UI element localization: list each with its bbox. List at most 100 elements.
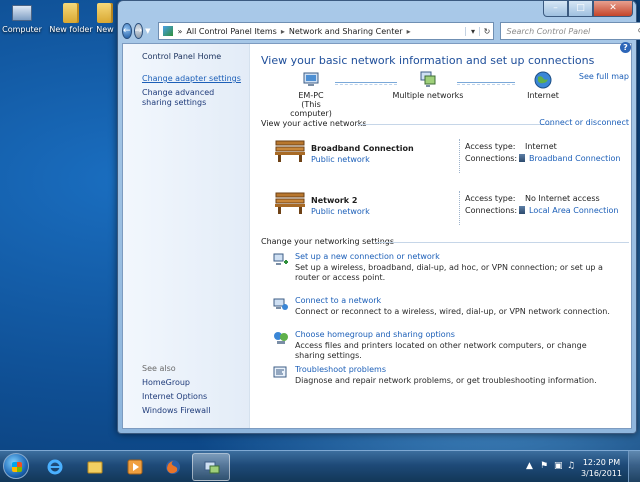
desktop-icon-new-folder[interactable]: New folder (49, 3, 93, 34)
network-entry: Network 2 Public network Access type: No… (275, 191, 629, 231)
taskbar: ▲ ⚑ ▣ ♫ 12:20 PM 3/16/2011 (0, 450, 640, 482)
taskbar-internet-explorer[interactable] (36, 453, 74, 481)
change-adapter-settings-link[interactable]: Change adapter settings (142, 74, 246, 84)
new-connection-icon (273, 253, 288, 265)
task-description: Set up a wireless, broadband, dial-up, a… (295, 263, 603, 282)
show-desktop-button[interactable] (628, 451, 640, 482)
minimize-icon: – (553, 3, 558, 13)
address-toolbar: ← → ▼ » All Control Panel Items ▸ Networ… (122, 21, 640, 41)
close-icon: ✕ (609, 3, 617, 13)
breadcrumb-all-items[interactable]: All Control Panel Items (186, 27, 276, 36)
breadcrumb-chevron-icon[interactable]: » (177, 27, 182, 36)
clock-date: 3/16/2011 (580, 469, 622, 478)
breadcrumb-separator-icon[interactable]: ▸ (281, 27, 285, 36)
setup-connection-link[interactable]: Set up a new connection or network (295, 252, 440, 261)
section-divider (375, 242, 629, 243)
connect-or-disconnect-link[interactable]: Connect or disconnect (539, 118, 629, 127)
taskbar-windows-explorer[interactable] (76, 453, 114, 481)
network-type-link[interactable]: Public network (311, 155, 370, 164)
address-dropdown-icon[interactable]: ▾ (465, 26, 479, 36)
access-type-label: Access type: (465, 142, 516, 151)
start-button[interactable] (3, 453, 29, 479)
see-full-map-link[interactable]: See full map (579, 72, 629, 81)
connection-link[interactable]: Broadband Connection (519, 154, 620, 163)
public-network-bench-icon[interactable] (275, 191, 305, 215)
desktop-icon-label: Computer (2, 25, 42, 34)
task-description: Diagnose and repair network problems, or… (295, 376, 597, 385)
multiple-networks-icon (420, 71, 436, 87)
see-also-heading: See also (142, 364, 176, 373)
map-node-networks[interactable]: Multiple networks (383, 71, 473, 100)
windows-firewall-link[interactable]: Windows Firewall (142, 406, 246, 416)
network-type-link[interactable]: Public network (311, 207, 370, 216)
multiple-networks-label: Multiple networks (392, 91, 464, 100)
close-button[interactable]: ✕ (593, 1, 633, 17)
desktop-icon-computer[interactable]: Computer (0, 3, 44, 34)
connection-link[interactable]: Local Area Connection (519, 206, 619, 215)
back-button[interactable]: ← (122, 23, 132, 39)
maximize-icon: □ (576, 3, 585, 13)
breadcrumb-network-center[interactable]: Network and Sharing Center (289, 27, 403, 36)
globe-icon (534, 71, 552, 89)
firefox-icon (166, 460, 180, 474)
main-pane: ? View your basic network information an… (261, 42, 631, 428)
control-panel-home-link[interactable]: Control Panel Home (142, 52, 246, 62)
media-player-icon (127, 459, 143, 475)
refresh-icon[interactable]: ↻ (479, 26, 493, 36)
dotted-divider (459, 139, 460, 173)
maximize-button[interactable]: □ (568, 1, 593, 17)
map-node-computer[interactable]: EM-PC (This computer) (281, 71, 341, 118)
desktop-icon-new[interactable]: New (94, 3, 116, 34)
change-advanced-sharing-link[interactable]: Change advanced sharing settings (142, 88, 246, 108)
content-area: Control Panel Home Change adapter settin… (122, 42, 632, 429)
address-actions: ▾ ↻ (465, 26, 493, 36)
task-description: Access files and printers located on oth… (295, 341, 587, 360)
taskbar-firefox[interactable] (154, 453, 192, 481)
network-tray-icon[interactable]: ▣ (554, 461, 563, 471)
homegroup-sharing-link[interactable]: Choose homegroup and sharing options (295, 330, 455, 339)
internet-label: Internet (527, 91, 559, 100)
show-hidden-icons-icon[interactable]: ▲ (526, 461, 533, 471)
clock[interactable]: 12:20 PM 3/16/2011 (581, 457, 622, 479)
connections-label: Connections: (465, 206, 518, 215)
search-input[interactable]: Search Control Panel ⚲ (500, 22, 640, 40)
connection-link-label: Local Area Connection (529, 206, 619, 215)
forward-button[interactable]: → (133, 23, 144, 39)
network-adapter-icon (519, 206, 525, 214)
connect-to-network-link[interactable]: Connect to a network (295, 296, 381, 305)
map-node-internet[interactable]: Internet (513, 71, 573, 100)
minimize-button[interactable]: – (543, 1, 568, 17)
network-center-icon (204, 461, 220, 474)
control-panel-icon (163, 26, 174, 36)
help-icon[interactable]: ? (620, 42, 631, 53)
dotted-divider (459, 191, 460, 225)
troubleshoot-icon (273, 366, 287, 378)
recent-pages-dropdown[interactable]: ▼ (145, 27, 150, 35)
map-connector (457, 82, 515, 85)
folder-icon (87, 461, 103, 474)
action-center-flag-icon[interactable]: ⚑ (540, 461, 548, 471)
task-description: Connect or reconnect to a wireless, wire… (295, 307, 610, 316)
page-title: View your basic network information and … (261, 54, 595, 67)
arrow-right-icon: → (134, 26, 143, 36)
breadcrumb-separator-icon[interactable]: ▸ (407, 27, 411, 36)
internet-options-link[interactable]: Internet Options (142, 392, 246, 402)
network-map: EM-PC (This computer) Multiple networks (281, 71, 573, 118)
address-bar[interactable]: » All Control Panel Items ▸ Network and … (158, 22, 495, 40)
window-controls: – □ ✕ (543, 1, 633, 17)
public-network-bench-icon[interactable] (275, 139, 305, 163)
arrow-left-icon: ← (123, 26, 131, 36)
homegroup-link[interactable]: HomeGroup (142, 378, 246, 388)
network-entry: Broadband Connection Public network Acce… (275, 139, 629, 179)
computer-subtitle: (This computer) (290, 100, 332, 118)
active-networks-heading: View your active networks (261, 119, 367, 128)
access-type-value: Internet (525, 142, 557, 151)
network-name: Broadband Connection (311, 144, 414, 153)
access-type-label: Access type: (465, 194, 516, 203)
volume-icon[interactable]: ♫ (567, 461, 575, 471)
section-divider (357, 124, 553, 125)
taskbar-media-player[interactable] (116, 453, 154, 481)
network-adapter-icon (519, 154, 525, 162)
taskbar-control-panel[interactable] (192, 453, 230, 481)
troubleshoot-problems-link[interactable]: Troubleshoot problems (295, 365, 386, 374)
